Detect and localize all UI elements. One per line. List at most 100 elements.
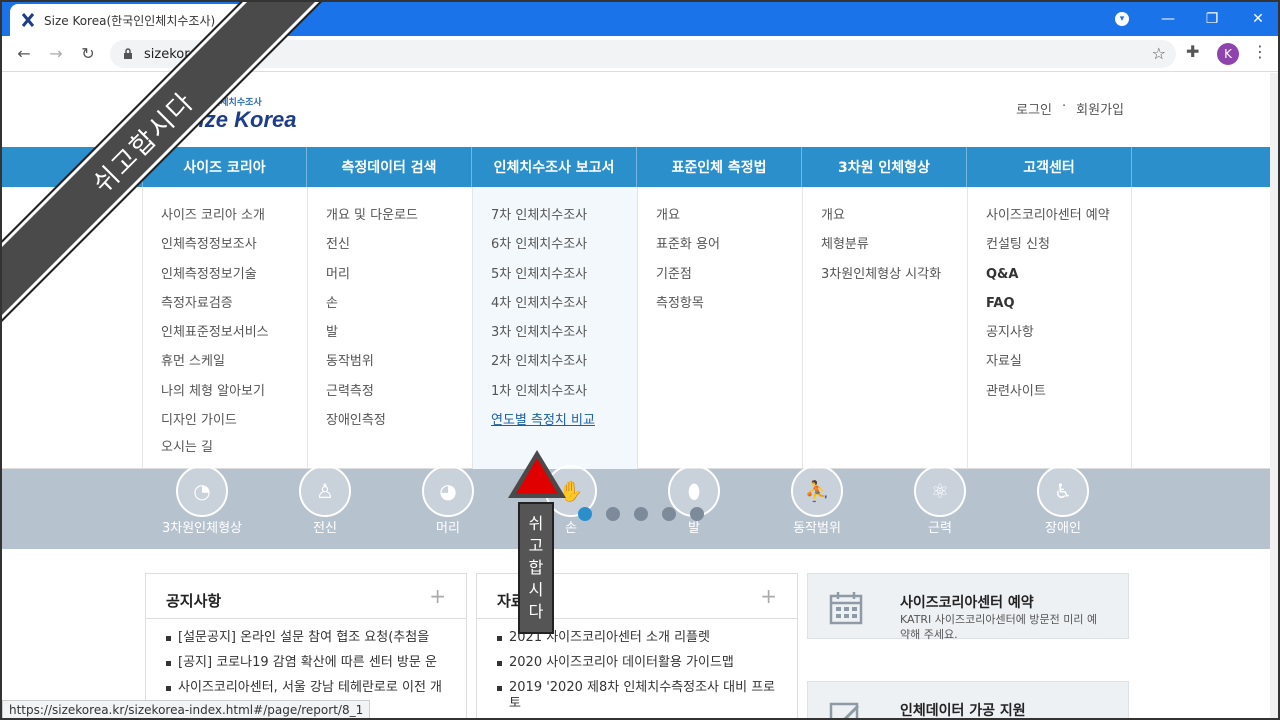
menu-item[interactable]: 근력측정: [326, 382, 472, 411]
nav-3d-shape[interactable]: 3차원 인체형상: [802, 147, 967, 187]
vertical-char: 다: [528, 602, 544, 621]
visual-label: 3차원인체형상: [161, 521, 243, 536]
menu-item[interactable]: 3차원인체형상 시각화: [821, 265, 967, 294]
menu-item[interactable]: 디자인 가이드: [161, 411, 307, 438]
service-desc: KATRI 사이즈코리아센터에 방문전 미리 예약해 주세요.: [900, 613, 1098, 641]
tab-search-icon[interactable]: ▾: [1115, 12, 1129, 26]
main-navigation: 사이즈 코리아 측정데이터 검색 인체치수조사 보고서 표준인체 측정법 3차원…: [2, 147, 1270, 187]
menu-item[interactable]: 인체측정정보조사: [161, 235, 307, 264]
menu-item[interactable]: 동작범위: [326, 352, 472, 381]
menu-item[interactable]: Q&A: [986, 265, 1131, 294]
reload-icon[interactable]: ↻: [76, 42, 100, 66]
menu-item[interactable]: 체형분류: [821, 235, 967, 264]
menu-item[interactable]: 1차 인체치수조사: [491, 382, 637, 411]
yearly-compare-link[interactable]: 연도별 측정치 비교: [491, 411, 637, 440]
menu-item[interactable]: 4차 인체치수조사: [491, 294, 637, 323]
visual-label: 전신: [313, 521, 337, 536]
profile-avatar[interactable]: K: [1217, 43, 1239, 65]
signup-link[interactable]: 회원가입: [1076, 99, 1124, 118]
disability-icon[interactable]: ♿: [1037, 465, 1089, 517]
edit-icon: [829, 702, 860, 718]
notice-item[interactable]: [공지] 코로나19 감염 확산에 따른 센터 방문 운: [166, 655, 456, 671]
menu-item[interactable]: 관련사이트: [986, 382, 1131, 411]
slide-dot[interactable]: [662, 507, 676, 521]
top-links: 로그인 · 회원가입: [1016, 99, 1124, 118]
nav-survey-report[interactable]: 인체치수조사 보고서: [472, 147, 637, 187]
menu-item[interactable]: 나의 체형 알아보기: [161, 382, 307, 411]
menu-item[interactable]: 사이즈코리아센터 예약: [986, 206, 1131, 235]
screen: Size Korea(한국인인체치수조사) ✕ + ▾ — ❐ ✕ ← → ↻ …: [0, 0, 1280, 720]
head-icon[interactable]: ◕: [422, 465, 474, 517]
vertical-char: 시: [528, 580, 544, 599]
minimize-button[interactable]: —: [1146, 2, 1190, 36]
bookmark-star-icon[interactable]: ☆: [1152, 44, 1166, 63]
menu-item[interactable]: 3차 인체치수조사: [491, 323, 637, 352]
notice-item[interactable]: 사이즈코리아센터, 서울 강남 테헤란로로 이전 개: [166, 680, 456, 696]
slide-dot[interactable]: [578, 507, 592, 521]
full-body-icon[interactable]: ♙: [299, 465, 351, 517]
extensions-icon[interactable]: ✚: [1186, 42, 1199, 61]
nav-measure-search[interactable]: 측정데이터 검색: [307, 147, 472, 187]
browser-tab-strip: Size Korea(한국인인체치수조사) ✕ + ▾ — ❐ ✕: [2, 2, 1278, 36]
menu-item[interactable]: 개요: [656, 206, 802, 235]
mega-col-report: 7차 인체치수조사 6차 인체치수조사 5차 인체치수조사 4차 인체치수조사 …: [472, 187, 637, 469]
menu-item[interactable]: 6차 인체치수조사: [491, 235, 637, 264]
vertical-char: 합: [528, 558, 544, 577]
maximize-button[interactable]: ❐: [1190, 2, 1234, 36]
notice-item[interactable]: [설문공지] 온라인 설문 참여 협조 요청(추첨을: [166, 630, 456, 646]
menu-item[interactable]: 전신: [326, 235, 472, 264]
visual-label: 동작범위: [793, 521, 841, 536]
archive-item[interactable]: 2019 '2020 제8차 인체치수측정조사 대비 프로토: [497, 680, 787, 712]
forward-icon[interactable]: →: [44, 42, 68, 66]
login-link[interactable]: 로그인: [1016, 99, 1052, 118]
menu-item[interactable]: 인체측정정보기술: [161, 265, 307, 294]
menu-item[interactable]: 머리: [326, 265, 472, 294]
chrome-menu-icon[interactable]: ⋮: [1252, 42, 1268, 61]
menu-item[interactable]: 손: [326, 294, 472, 323]
menu-item[interactable]: 장애인측정: [326, 411, 472, 440]
close-window-button[interactable]: ✕: [1236, 2, 1278, 36]
strength-icon[interactable]: ⚛: [914, 465, 966, 517]
page-scrollbar[interactable]: [1270, 73, 1278, 718]
menu-item[interactable]: FAQ: [986, 294, 1131, 323]
menu-item[interactable]: 측정자료검증: [161, 294, 307, 323]
vertical-char: 쉬: [528, 514, 544, 533]
menu-item[interactable]: 인체표준정보서비스: [161, 323, 307, 352]
nav-standard-method[interactable]: 표준인체 측정법: [637, 147, 802, 187]
menu-item[interactable]: 개요: [821, 206, 967, 235]
menu-item[interactable]: 기준점: [656, 265, 802, 294]
archive-item[interactable]: 2020 사이즈코리아 데이터활용 가이드맵: [497, 655, 787, 671]
head-3d-icon[interactable]: ◔: [176, 465, 228, 517]
slide-dot[interactable]: [690, 507, 704, 521]
reservation-card[interactable]: 사이즈코리아센터 예약 KATRI 사이즈코리아센터에 방문전 미리 예약해 주…: [807, 573, 1129, 641]
vertical-char: 고: [528, 536, 544, 555]
menu-item[interactable]: 7차 인체치수조사: [491, 206, 637, 235]
data-processing-card[interactable]: 인체데이터 가공 지원: [807, 681, 1129, 719]
menu-item[interactable]: 5차 인체치수조사: [491, 265, 637, 294]
main-visual: ◔ 3차원인체형상 ♙ 전신 ◕ 머리 ✋ 손 ⬮ 발 ⛹ 동작범위 ⚛ 근력 …: [2, 465, 1270, 549]
notice-more-icon[interactable]: +: [429, 584, 446, 608]
lock-icon: [122, 48, 134, 60]
menu-item[interactable]: 표준화 용어: [656, 235, 802, 264]
motion-range-icon[interactable]: ⛹: [791, 465, 843, 517]
mega-menu: 사이즈 코리아 소개 인체측정정보조사 인체측정정보기술 측정자료검증 인체표준…: [2, 187, 1270, 469]
archive-more-icon[interactable]: +: [760, 584, 777, 608]
notice-board: 공지사항 + [설문공지] 온라인 설문 참여 협조 요청(추첨을 [공지] 코…: [145, 573, 467, 718]
menu-item[interactable]: 컨설팅 신청: [986, 235, 1131, 264]
menu-item[interactable]: 자료실: [986, 352, 1131, 381]
menu-item[interactable]: 측정항목: [656, 294, 802, 323]
service-title: 인체데이터 가공 지원: [900, 703, 1026, 719]
menu-item[interactable]: 휴먼 스케일: [161, 352, 307, 381]
nav-customer-center[interactable]: 고객센터: [967, 147, 1132, 187]
menu-item[interactable]: 사이즈 코리아 소개: [161, 206, 307, 235]
menu-item[interactable]: 발: [326, 323, 472, 352]
back-icon[interactable]: ←: [12, 42, 36, 66]
menu-item[interactable]: 개요 및 다운로드: [326, 206, 472, 235]
vertical-label: 쉬 고 합 시 다: [518, 502, 554, 634]
web-page: 한국인 인체치수조사 Size Korea 로그인 · 회원가입 사이즈 코리아…: [2, 73, 1270, 719]
slide-dot[interactable]: [634, 507, 648, 521]
menu-item[interactable]: 공지사항: [986, 323, 1131, 352]
menu-item[interactable]: 2차 인체치수조사: [491, 352, 637, 381]
menu-item[interactable]: 오시는 길: [161, 438, 307, 467]
slide-dot[interactable]: [606, 507, 620, 521]
